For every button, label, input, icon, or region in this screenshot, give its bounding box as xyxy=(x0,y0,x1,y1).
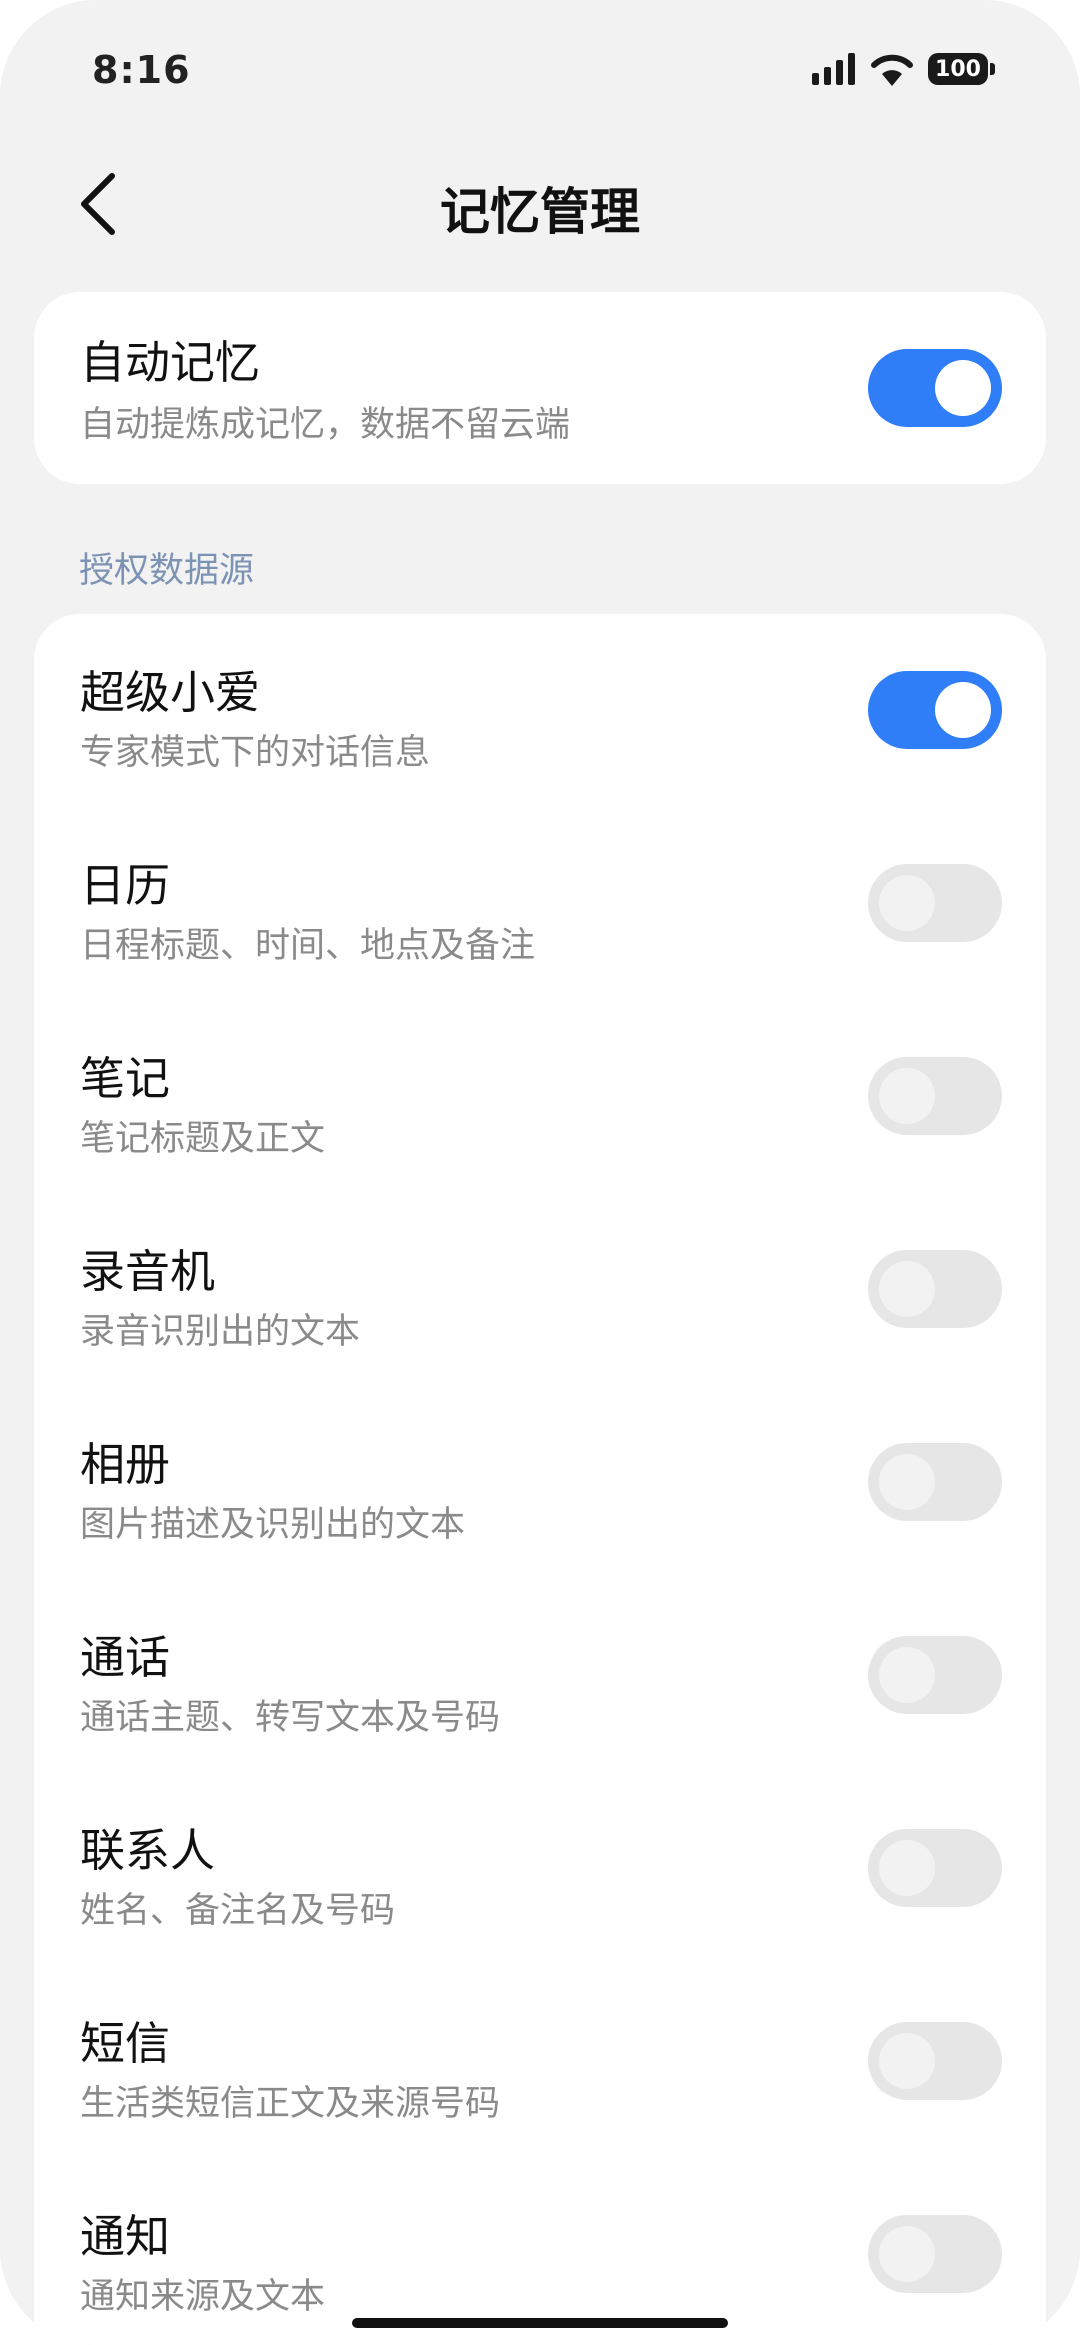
xiaoai-toggle[interactable] xyxy=(868,671,1002,749)
page-title: 记忆管理 xyxy=(440,183,640,241)
row-title: 短信 xyxy=(80,2017,171,2070)
source-row-gallery: 相册 图片描述及识别出的文本 xyxy=(34,1386,1046,1579)
row-title: 自动记忆 xyxy=(80,336,261,389)
screen: 8:16 100 记忆管理 自动记忆 自动提炼成记忆，数据不留云端 授权数据源 … xyxy=(0,0,1080,2345)
source-row-calendar: 日历 日程标题、时间、地点及备注 xyxy=(34,807,1046,1000)
source-row-recorder: 录音机 录音识别出的文本 xyxy=(34,1193,1046,1386)
wifi-icon xyxy=(871,54,913,86)
status-time: 8:16 xyxy=(92,48,191,92)
row-title: 日历 xyxy=(80,859,171,912)
source-row-notes: 笔记 笔记标题及正文 xyxy=(34,1000,1046,1193)
row-title: 笔记 xyxy=(80,1052,171,1105)
auto-memory-toggle[interactable] xyxy=(868,349,1002,427)
row-title: 相册 xyxy=(80,1438,171,1491)
signal-icon xyxy=(812,53,855,85)
row-subtitle: 录音识别出的文本 xyxy=(80,1312,361,1352)
row-title: 通知 xyxy=(80,2210,171,2263)
auto-memory-card: 自动记忆 自动提炼成记忆，数据不留云端 xyxy=(34,292,1046,484)
source-row-sms: 短信 生活类短信正文及来源号码 xyxy=(34,1965,1046,2158)
toggle-knob xyxy=(935,360,991,416)
row-subtitle: 日程标题、时间、地点及备注 xyxy=(80,926,536,966)
row-subtitle: 生活类短信正文及来源号码 xyxy=(80,2084,501,2124)
row-title: 联系人 xyxy=(80,1824,216,1877)
toggle-knob xyxy=(935,682,991,738)
gallery-toggle[interactable] xyxy=(868,1443,1002,1521)
source-row-xiaoai: 超级小爱 专家模式下的对话信息 xyxy=(34,614,1046,807)
recorder-toggle[interactable] xyxy=(868,1250,1002,1328)
toggle-knob xyxy=(879,1261,935,1317)
toggle-knob xyxy=(879,2226,935,2282)
contacts-toggle[interactable] xyxy=(868,1829,1002,1907)
toggle-knob xyxy=(879,875,935,931)
sms-toggle[interactable] xyxy=(868,2022,1002,2100)
row-title: 通话 xyxy=(80,1631,171,1684)
section-label: 授权数据源 xyxy=(79,551,255,591)
toggle-knob xyxy=(879,1068,935,1124)
data-sources-card: 超级小爱 专家模式下的对话信息 日历 日程标题、时间、地点及备注 笔记 笔记标题… xyxy=(34,614,1046,2345)
toggle-knob xyxy=(879,2033,935,2089)
home-indicator[interactable] xyxy=(352,2318,728,2328)
row-subtitle: 专家模式下的对话信息 xyxy=(80,733,431,773)
source-row-contacts: 联系人 姓名、备注名及号码 xyxy=(34,1772,1046,1965)
source-row-notifications: 通知 通知来源及文本 xyxy=(34,2158,1046,2345)
row-subtitle: 自动提炼成记忆，数据不留云端 xyxy=(80,405,571,445)
row-subtitle: 通知来源及文本 xyxy=(80,2277,326,2317)
calendar-toggle[interactable] xyxy=(868,864,1002,942)
calls-toggle[interactable] xyxy=(868,1636,1002,1714)
row-subtitle: 通话主题、转写文本及号码 xyxy=(80,1698,501,1738)
row-title: 录音机 xyxy=(80,1245,216,1298)
row-subtitle: 图片描述及识别出的文本 xyxy=(80,1505,466,1545)
notifications-toggle[interactable] xyxy=(868,2215,1002,2293)
notes-toggle[interactable] xyxy=(868,1057,1002,1135)
toggle-knob xyxy=(879,1840,935,1896)
battery-icon: 100 xyxy=(928,53,995,85)
auto-memory-row: 自动记忆 自动提炼成记忆，数据不留云端 xyxy=(34,292,1046,485)
toggle-knob xyxy=(879,1647,935,1703)
source-row-calls: 通话 通话主题、转写文本及号码 xyxy=(34,1579,1046,1772)
row-subtitle: 笔记标题及正文 xyxy=(80,1119,326,1159)
status-icons: 100 xyxy=(812,52,995,86)
row-title: 超级小爱 xyxy=(80,666,261,719)
row-subtitle: 姓名、备注名及号码 xyxy=(80,1891,396,1931)
toggle-knob xyxy=(879,1454,935,1510)
